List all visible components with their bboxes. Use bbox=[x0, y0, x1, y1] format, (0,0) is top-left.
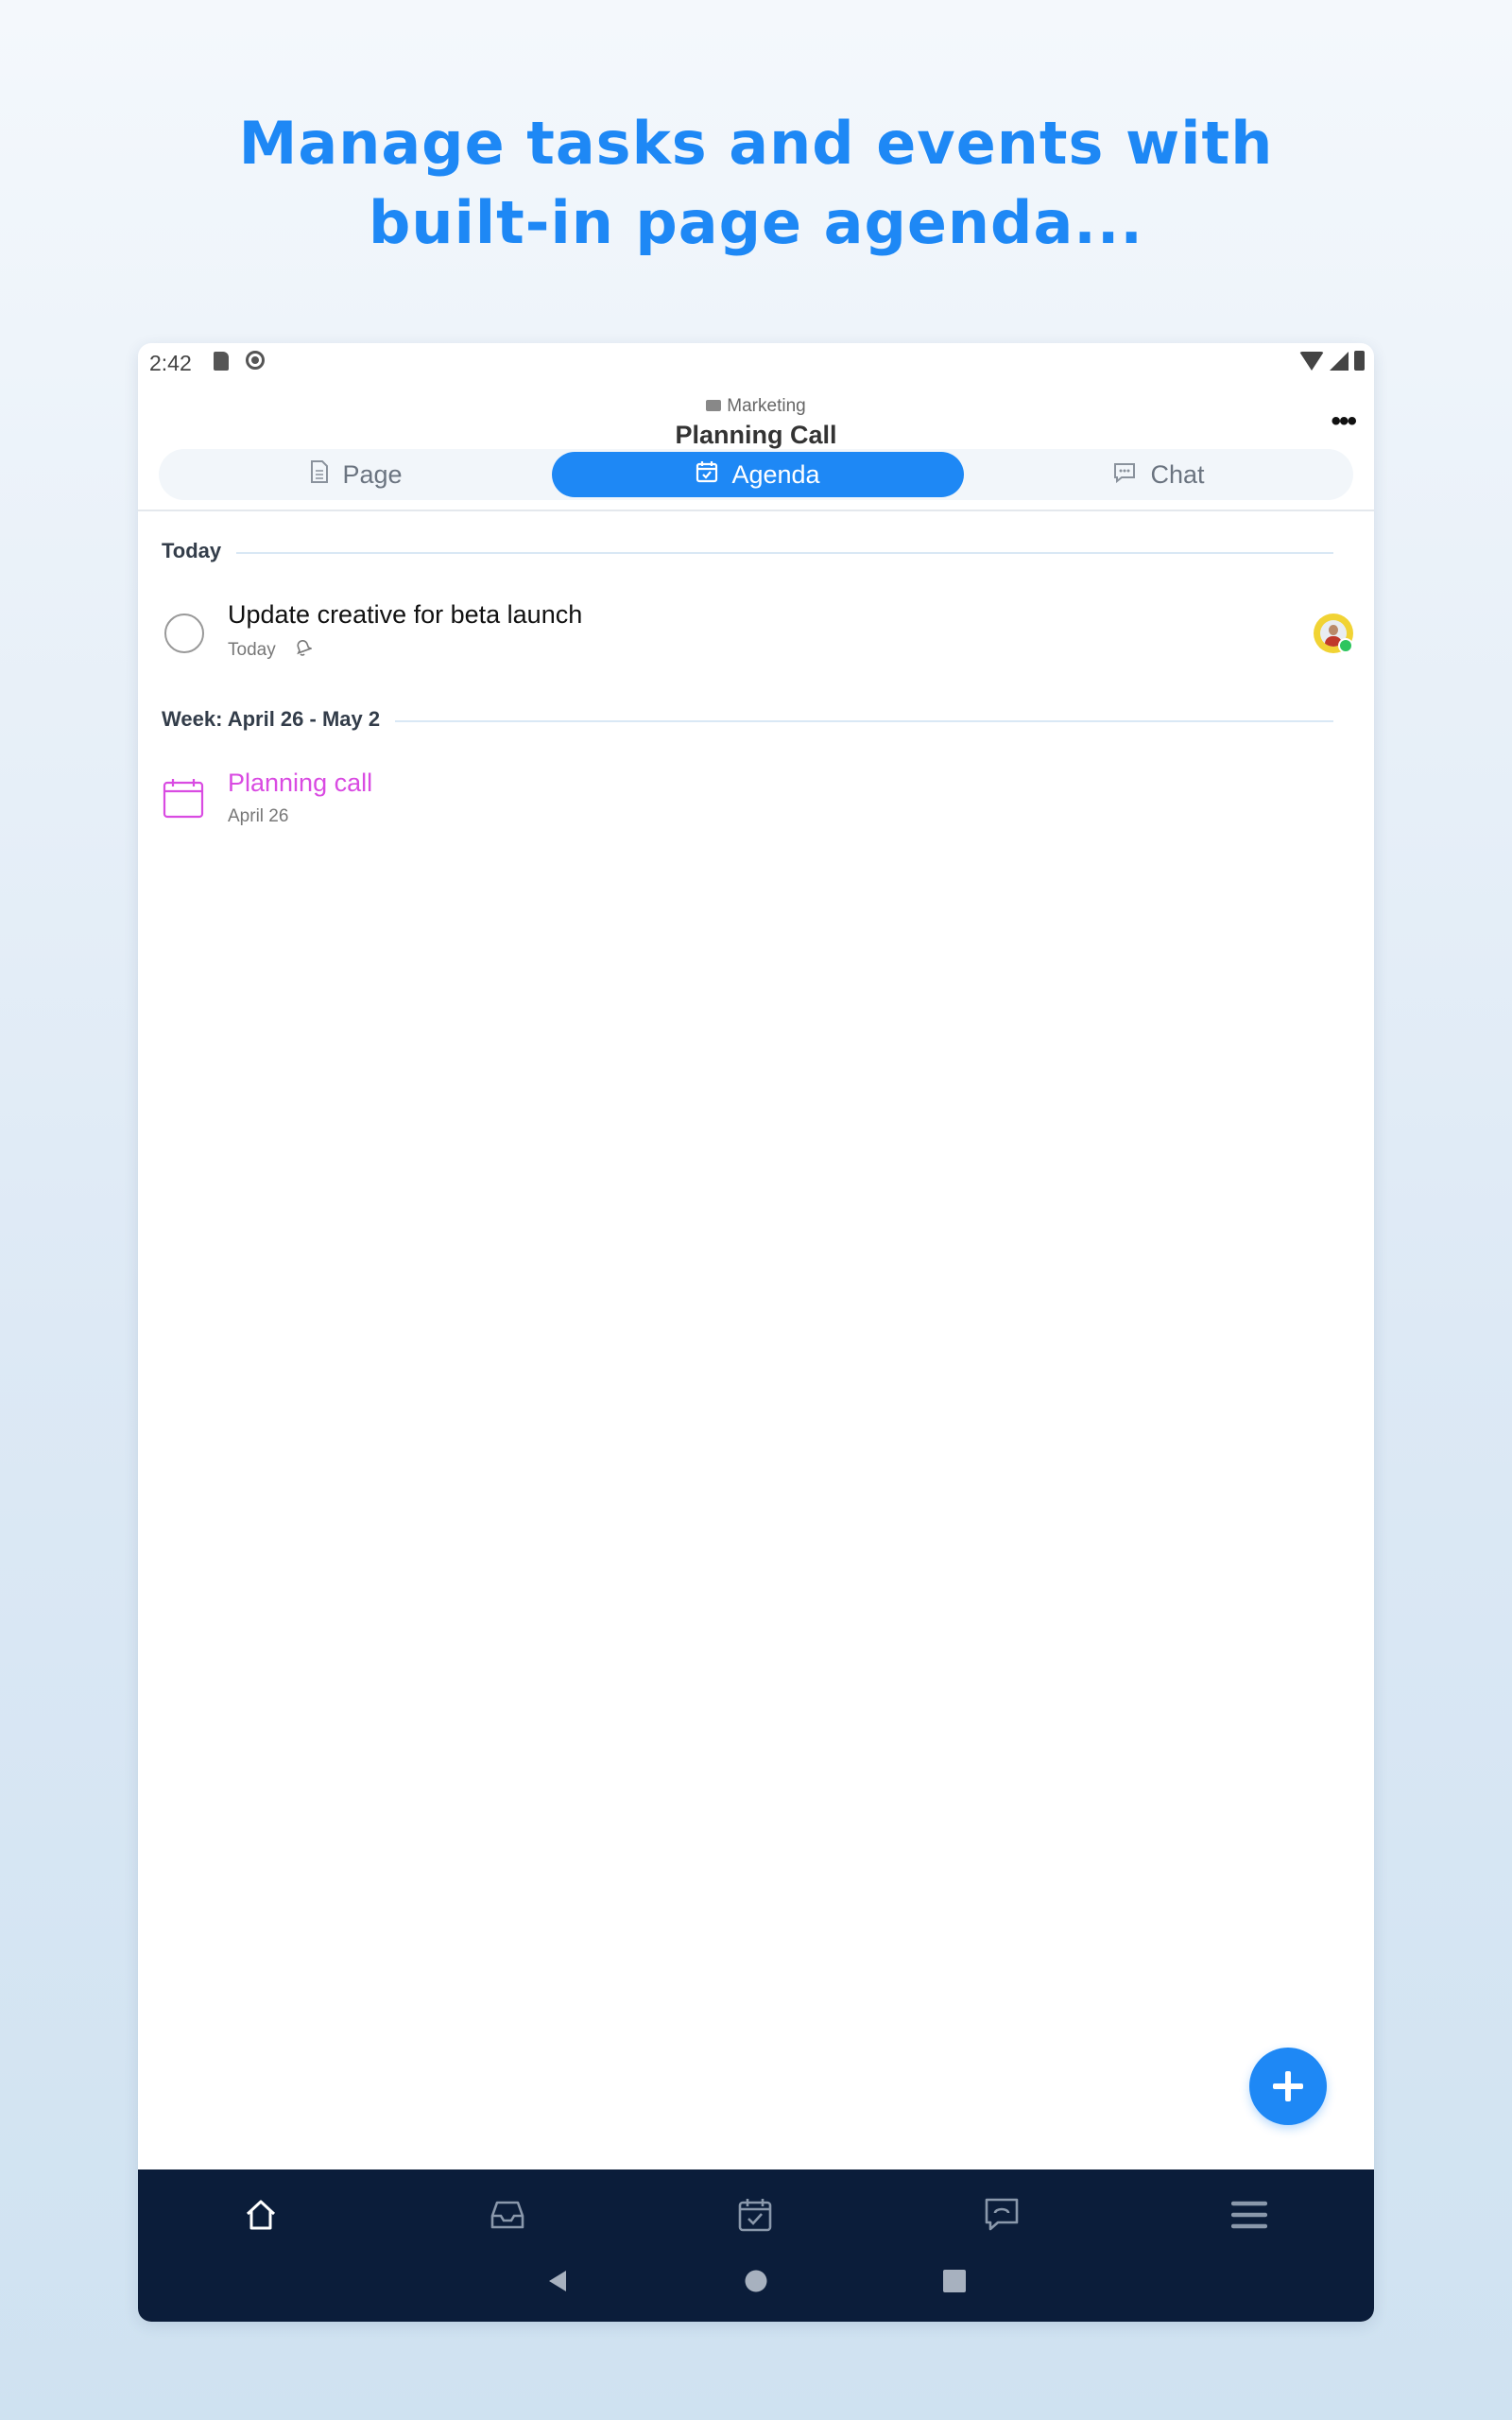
status-time: 2:42 bbox=[149, 351, 192, 375]
breadcrumb[interactable]: Marketing bbox=[138, 396, 1374, 417]
home-icon bbox=[243, 2197, 279, 2238]
wifi-icon bbox=[1299, 351, 1324, 371]
cell-signal-icon bbox=[1330, 351, 1349, 371]
status-bar: 2:42 bbox=[138, 343, 1374, 381]
online-status-dot bbox=[1338, 638, 1353, 653]
task-title: Update creative for beta launch bbox=[228, 600, 583, 629]
add-item-button[interactable] bbox=[1249, 2048, 1327, 2125]
nav-menu[interactable] bbox=[1221, 2188, 1278, 2245]
bottom-navigation bbox=[138, 2169, 1374, 2322]
event-date: April 26 bbox=[228, 806, 289, 826]
task-complete-checkbox[interactable] bbox=[164, 614, 204, 653]
task-meta: Today bbox=[228, 638, 313, 663]
folder-icon bbox=[706, 400, 722, 411]
system-back-button[interactable] bbox=[539, 2264, 576, 2302]
calendar-icon bbox=[163, 778, 204, 824]
tab-chat[interactable]: Chat bbox=[964, 452, 1353, 497]
task-due-label: Today bbox=[228, 640, 276, 660]
headline-line-1: Manage tasks and events with bbox=[238, 109, 1274, 178]
section-header-today: Today bbox=[162, 539, 1333, 567]
tab-page[interactable]: Page bbox=[159, 452, 554, 497]
headline: Manage tasks and events with built-in pa… bbox=[0, 104, 1512, 263]
nav-inbox[interactable] bbox=[479, 2188, 536, 2245]
system-recents-button[interactable] bbox=[936, 2264, 973, 2302]
tablet-screen: 2:42 Marketing Planning Call ••• Page Ag… bbox=[138, 343, 1374, 2322]
header-divider bbox=[138, 510, 1374, 511]
page-header: Marketing Planning Call bbox=[138, 381, 1374, 449]
nav-chat[interactable] bbox=[973, 2188, 1030, 2245]
chat-icon bbox=[983, 2197, 1021, 2238]
calendar-check-icon bbox=[737, 2197, 773, 2238]
tab-agenda[interactable]: Agenda bbox=[552, 452, 964, 497]
more-options-button[interactable]: ••• bbox=[1331, 406, 1356, 438]
nav-agenda[interactable] bbox=[727, 2188, 783, 2245]
sync-icon bbox=[246, 351, 265, 370]
tab-agenda-label: Agenda bbox=[731, 459, 820, 489]
view-tabs: Page Agenda Chat bbox=[159, 449, 1353, 500]
battery-icon bbox=[1354, 351, 1365, 371]
event-item[interactable]: Planning call April 26 bbox=[138, 759, 1374, 844]
back-icon bbox=[545, 2269, 570, 2298]
section-header-week: Week: April 26 - May 2 bbox=[162, 707, 1333, 735]
headline-line-2: built-in page agenda... bbox=[369, 188, 1143, 257]
breadcrumb-label: Marketing bbox=[727, 396, 806, 416]
section-title: Week: April 26 - May 2 bbox=[162, 707, 396, 732]
section-rule bbox=[162, 552, 1333, 554]
document-icon bbox=[310, 459, 329, 490]
recents-icon bbox=[942, 2269, 967, 2298]
status-right bbox=[1299, 351, 1365, 371]
event-title[interactable]: Planning call bbox=[228, 769, 372, 798]
page-title: Planning Call bbox=[675, 421, 837, 449]
tab-page-label: Page bbox=[342, 459, 403, 489]
home-circle-icon bbox=[744, 2269, 768, 2298]
task-item[interactable]: Update creative for beta launch Today bbox=[138, 591, 1374, 676]
calendar-check-icon bbox=[696, 460, 718, 490]
chat-bubble-icon bbox=[1112, 460, 1137, 490]
assignee-avatar[interactable] bbox=[1314, 614, 1353, 653]
bell-icon[interactable] bbox=[293, 638, 313, 663]
tab-chat-label: Chat bbox=[1150, 459, 1205, 489]
sd-card-icon bbox=[214, 352, 229, 371]
system-home-button[interactable] bbox=[737, 2264, 775, 2302]
inbox-icon bbox=[489, 2199, 526, 2236]
nav-home[interactable] bbox=[232, 2188, 289, 2245]
section-title: Today bbox=[162, 539, 237, 563]
menu-icon bbox=[1230, 2200, 1268, 2235]
